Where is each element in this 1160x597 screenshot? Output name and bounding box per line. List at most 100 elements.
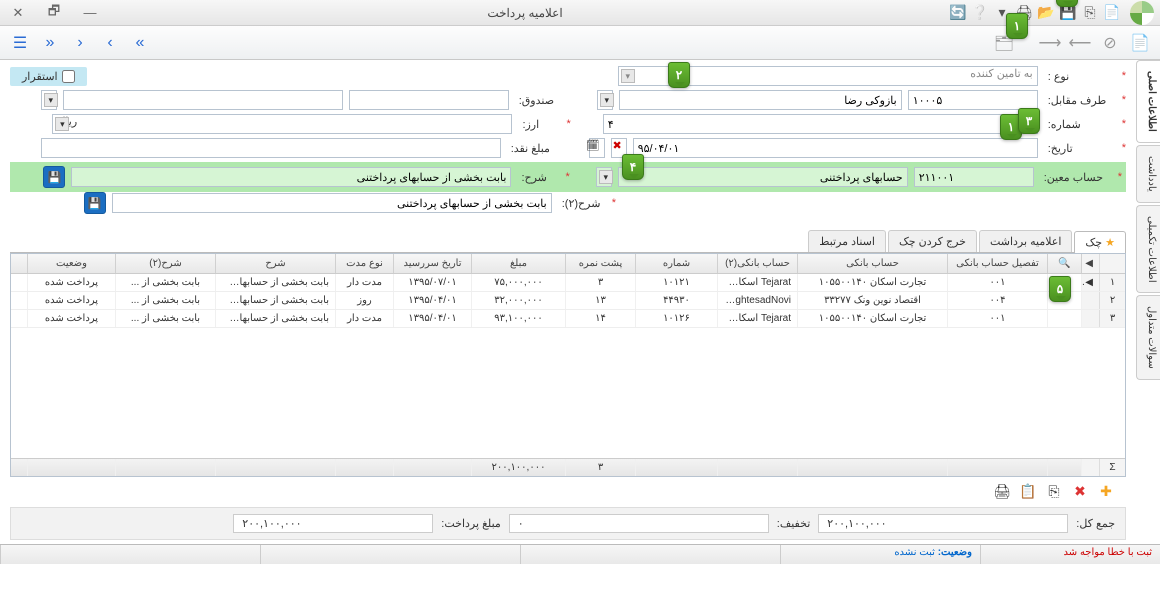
mablagh-label: مبلغ پرداخت:: [441, 517, 501, 530]
side-tab-faq[interactable]: سوالات متداول: [1136, 295, 1160, 380]
req-star: *: [1122, 70, 1126, 82]
tab-check[interactable]: ★ چک: [1074, 231, 1126, 253]
col-vaz[interactable]: وضعیت: [27, 254, 115, 273]
arz-combo[interactable]: ریال▾: [52, 114, 512, 134]
app-logo-icon: [1130, 1, 1154, 25]
sandogh-lookup[interactable]: ▾: [41, 90, 57, 110]
saveas-icon[interactable]: ⎘: [1080, 3, 1100, 23]
palette-icon[interactable]: 🗂۱: [992, 31, 1016, 55]
table-row[interactable]: ۲۰۰۴اقتصاد نوین ونک ۳۳۲۷۷EghtesadNovi...…: [11, 292, 1125, 310]
sharh-label: شرح:: [517, 171, 557, 184]
col-bank[interactable]: حساب بانکی: [797, 254, 947, 273]
jam-value: ۲۰۰,۱۰۰,۰۰۰: [818, 514, 1068, 533]
col-sharh2[interactable]: شرح(۲): [115, 254, 215, 273]
chevron-down-icon[interactable]: ▾: [621, 69, 635, 83]
tab-kharj[interactable]: خرج کردن چک: [888, 230, 977, 252]
badge-2: ۲: [668, 62, 690, 88]
toolbar: 📄 ⊘ ⟵ ⟶ 🗂۱ » › ‹ « ☰: [0, 26, 1160, 60]
sandogh-name-input[interactable]: [63, 90, 343, 110]
badge-4: ۴: [622, 154, 644, 180]
grid: ۵ ◀ 🔍 تفصیل حساب بانکی حساب بانکی حساب ب…: [10, 253, 1126, 477]
shomare-input[interactable]: [603, 114, 1038, 134]
next-icon[interactable]: ›: [98, 31, 122, 55]
next-doc-icon[interactable]: ⟶: [1038, 31, 1062, 55]
tarafe-name-input[interactable]: [619, 90, 902, 110]
sharh2-input[interactable]: [112, 193, 552, 213]
tarikh-label: تاریخ:: [1044, 142, 1114, 155]
takhfif-value[interactable]: ۰: [509, 514, 769, 533]
window-title: اعلامیه پرداخت: [102, 6, 948, 20]
tarafe-code-input[interactable]: [908, 90, 1038, 110]
table-row[interactable]: ۱◀۰۰۱تجارت اسکان ۱۰۵۵۰۰۱۴۰Tejarat اسکان.…: [11, 274, 1125, 292]
badge-5: ۵: [1049, 276, 1071, 302]
hesab-moein-label: حساب معین:: [1040, 171, 1110, 184]
hesab-code-input[interactable]: [914, 167, 1034, 187]
col-bank2[interactable]: حساب بانکی(۲): [717, 254, 797, 273]
close-button[interactable]: ✕: [6, 4, 30, 22]
badge-3: ۳: [1018, 108, 1040, 134]
col-nom[interactable]: نوع مدت: [335, 254, 393, 273]
save-row-icon[interactable]: 💾: [43, 166, 65, 188]
col-num[interactable]: شماره: [635, 254, 717, 273]
status-error: ثبت با خطا مواجه شد: [980, 545, 1160, 564]
save-row2-icon[interactable]: 💾: [84, 192, 106, 214]
mablagh-value: ۲۰۰,۱۰۰,۰۰۰: [233, 514, 433, 533]
col-tafsil[interactable]: تفصیل حساب بانکی: [947, 254, 1047, 273]
col-mablagh[interactable]: مبلغ: [471, 254, 565, 273]
new-doc-icon[interactable]: 📄: [1128, 31, 1152, 55]
calendar-icon[interactable]: 🗓: [589, 138, 605, 158]
esteghrar-check[interactable]: استقرار: [10, 67, 87, 86]
detail-tabs: ★ چک اعلامیه برداشت خرج کردن چک اسناد مر…: [10, 230, 1126, 253]
col-posht[interactable]: پشت نمره: [565, 254, 635, 273]
form-area: ۱ ۲ ۳ ۴ * نوع : به تامین کننده ▾ استقرار…: [0, 60, 1160, 224]
col-sharh[interactable]: شرح: [215, 254, 335, 273]
hesab-moein-row: * حساب معین: ▾ * شرح: 💾: [10, 162, 1126, 192]
grid-actions: ✚ ✖ ⎘ 📋 🖨: [10, 477, 1126, 505]
print-row-icon[interactable]: 🖨: [992, 481, 1012, 501]
list-icon[interactable]: ☰: [8, 31, 32, 55]
refresh-icon[interactable]: 🔄: [948, 3, 968, 23]
mablagh-naghd-input[interactable]: [41, 138, 501, 158]
jam-label: جمع کل:: [1076, 517, 1115, 530]
last-icon[interactable]: »: [128, 31, 152, 55]
hesab-name-input[interactable]: [618, 167, 908, 187]
statusbar: ثبت با خطا مواجه شد وضعیت: ثبت نشده: [0, 544, 1160, 564]
arz-label: ارز:: [518, 118, 558, 131]
prev-icon[interactable]: ‹: [68, 31, 92, 55]
first-icon[interactable]: «: [38, 31, 62, 55]
paste-row-icon[interactable]: 📋: [1018, 481, 1038, 501]
tarafe-lookup[interactable]: ▾: [597, 90, 613, 110]
grid-body: ۱◀۰۰۱تجارت اسکان ۱۰۵۵۰۰۱۴۰Tejarat اسکان.…: [11, 274, 1125, 328]
col-search[interactable]: 🔍: [1047, 254, 1081, 273]
titlebar: ✕ 🗗 — اعلامیه پرداخت 🔄 ❔ ▾ 🖨 📂 💾۶ ⎘ 📄: [0, 0, 1160, 26]
restore-button[interactable]: 🗗: [42, 4, 66, 22]
add-row-icon[interactable]: ✚: [1096, 481, 1116, 501]
sandogh-label: صندوق:: [515, 94, 565, 107]
status-state: وضعیت: ثبت نشده: [780, 545, 980, 564]
takhfif-label: تخفیف:: [777, 517, 811, 530]
totals-bar: جمع کل: ۲۰۰,۱۰۰,۰۰۰ تخفیف: ۰ مبلغ پرداخت…: [10, 507, 1126, 540]
tab-asnad[interactable]: اسناد مرتبط: [808, 230, 886, 252]
minimize-button[interactable]: —: [78, 4, 102, 22]
help-icon[interactable]: ❔: [970, 3, 990, 23]
new-icon[interactable]: 📄: [1102, 3, 1122, 23]
table-row[interactable]: ۳۰۰۱تجارت اسکان ۱۰۵۵۰۰۱۴۰Tejarat اسکان..…: [11, 310, 1125, 328]
type-label: نوع :: [1044, 70, 1114, 83]
copy-row-icon[interactable]: ⎘: [1044, 481, 1064, 501]
mablagh-naghd-label: مبلغ نقد:: [507, 142, 557, 155]
sandogh-input[interactable]: [349, 90, 509, 110]
save-icon[interactable]: 💾۶: [1058, 3, 1078, 23]
delete-row-icon[interactable]: ✖: [1070, 481, 1090, 501]
grid-footer: Σ ۳ ۲۰۰,۱۰۰,۰۰۰: [11, 458, 1125, 476]
col-date[interactable]: تاریخ سررسید: [393, 254, 471, 273]
hesab-lookup[interactable]: ▾: [596, 167, 612, 187]
open-icon[interactable]: 📂: [1036, 3, 1056, 23]
tab-elam[interactable]: اعلامیه برداشت: [979, 230, 1072, 252]
prev-doc-icon[interactable]: ⟵: [1068, 31, 1092, 55]
cancel-icon[interactable]: ⊘: [1098, 31, 1122, 55]
shomare-label: شماره:: [1044, 118, 1114, 131]
sharh-input[interactable]: [71, 167, 511, 187]
grid-header: ◀ 🔍 تفصیل حساب بانکی حساب بانکی حساب بان…: [11, 254, 1125, 274]
tarikh-input[interactable]: [633, 138, 1038, 158]
sharh2-label: شرح(۲):: [558, 197, 604, 210]
